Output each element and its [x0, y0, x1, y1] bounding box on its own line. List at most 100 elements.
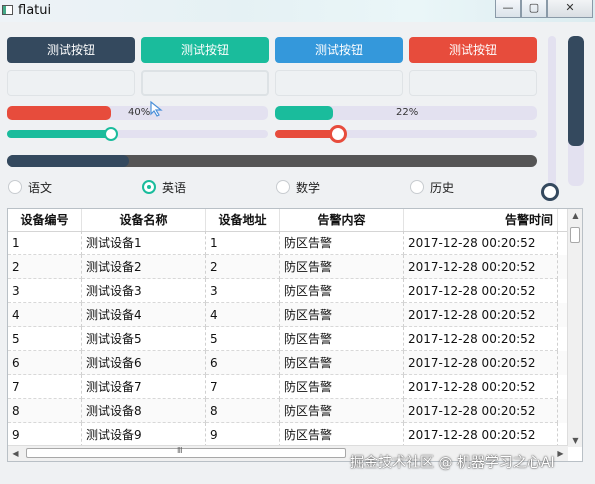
radio-math[interactable] — [276, 180, 290, 194]
table-cell: 测试设备4 — [82, 303, 206, 327]
test-button-blue[interactable]: 测试按钮 — [275, 37, 403, 63]
radio-label-english: 英语 — [162, 181, 187, 195]
progress-bar-red: 40% — [7, 106, 268, 120]
slider-wide[interactable] — [7, 155, 537, 167]
table-cell: 9 — [206, 423, 280, 447]
table-cell: 测试设备1 — [82, 231, 206, 255]
table-cell: 测试设备7 — [82, 375, 206, 399]
table-cell: 4 — [206, 303, 280, 327]
table-cell: 防区告警 — [280, 351, 404, 375]
table-row[interactable]: 6 测试设备6 6 防区告警 2017-12-28 00:20:52 — [8, 351, 568, 375]
radio-history[interactable] — [410, 180, 424, 194]
scroll-down-icon[interactable]: ▼ — [568, 436, 582, 445]
slider-knob-icon[interactable] — [541, 183, 559, 201]
scroll-up-icon[interactable]: ▲ — [568, 211, 582, 220]
vertical-slider-1[interactable] — [548, 36, 556, 194]
slider-fill — [7, 130, 112, 138]
table-cell: 测试设备6 — [82, 351, 206, 375]
table-cell: 2017-12-28 00:20:52 — [404, 399, 558, 423]
table-cell: 2017-12-28 00:20:52 — [404, 303, 558, 327]
column-header-alarm-content[interactable]: 告警内容 — [280, 209, 404, 231]
table-row[interactable]: 2 测试设备2 2 防区告警 2017-12-28 00:20:52 — [8, 255, 568, 279]
table-row[interactable]: 1 测试设备1 1 防区告警 2017-12-28 00:20:52 — [8, 231, 568, 255]
table-cell: 2017-12-28 00:20:52 — [404, 231, 558, 255]
radio-english[interactable] — [142, 180, 156, 194]
table-cell: 2 — [8, 255, 82, 279]
column-header-device-name[interactable]: 设备名称 — [82, 209, 206, 231]
watermark: 掘金技术社区 @ 机器学习之心AI — [350, 455, 555, 471]
scroll-left-icon[interactable]: ◀ — [8, 449, 23, 458]
table-cell: 防区告警 — [280, 375, 404, 399]
table-cell: 5 — [8, 327, 82, 351]
alarm-table: 设备编号 设备名称 设备地址 告警内容 告警时间 1 测试设备1 1 防区告警 2017… — [7, 208, 583, 462]
slider-handle[interactable] — [328, 125, 347, 143]
progress-fill — [7, 106, 112, 120]
table-row[interactable]: 9 测试设备9 9 防区告警 2017-12-28 00:20:52 — [8, 423, 568, 447]
table-cell: 2017-12-28 00:20:52 — [404, 423, 558, 447]
table-cell: 8 — [8, 399, 82, 423]
progress-label: 40% — [128, 107, 151, 118]
table-cell: 防区告警 — [280, 327, 404, 351]
table-cell: 3 — [206, 279, 280, 303]
table-row[interactable]: 8 测试设备8 8 防区告警 2017-12-28 00:20:52 — [8, 399, 568, 423]
table-row[interactable]: 5 测试设备5 5 防区告警 2017-12-28 00:20:52 — [8, 327, 568, 351]
test-button-dark[interactable]: 测试按钮 — [7, 37, 135, 63]
table-cell: 7 — [8, 375, 82, 399]
radio-label-math: 数学 — [296, 181, 321, 195]
text-input-1[interactable] — [7, 70, 135, 96]
table-cell: 2017-12-28 00:20:52 — [404, 351, 558, 375]
close-button[interactable]: ✕ — [547, 0, 593, 18]
test-button-red[interactable]: 测试按钮 — [409, 37, 537, 63]
vertical-scrollbar[interactable]: ▲ ▼ — [567, 209, 582, 447]
table-cell: 1 — [8, 231, 82, 255]
table-row[interactable]: 7 测试设备7 7 防区告警 2017-12-28 00:20:52 — [8, 375, 568, 399]
table-cell: 1 — [206, 231, 280, 255]
scroll-right-icon[interactable]: ▶ — [553, 449, 568, 458]
column-header-device-id[interactable]: 设备编号 — [8, 209, 82, 231]
grip-icon: Ⅲ — [177, 446, 183, 455]
progress-fill — [275, 106, 333, 120]
scroll-thumb[interactable]: Ⅲ — [26, 446, 346, 458]
slider-red[interactable] — [275, 125, 537, 143]
text-input-4[interactable] — [409, 70, 537, 96]
text-input-3[interactable] — [275, 70, 403, 96]
table-cell: 防区告警 — [280, 279, 404, 303]
radio-label-chinese: 语文 — [28, 181, 53, 195]
radio-label-history: 历史 — [430, 181, 455, 195]
slider-fill — [568, 36, 584, 146]
table-row[interactable]: 3 测试设备3 3 防区告警 2017-12-28 00:20:52 — [8, 279, 568, 303]
app-icon — [2, 5, 13, 15]
table-cell: 测试设备8 — [82, 399, 206, 423]
table-cell: 6 — [8, 351, 82, 375]
table-cell: 3 — [8, 279, 82, 303]
table-cell: 2017-12-28 00:20:52 — [404, 255, 558, 279]
table-cell: 测试设备5 — [82, 327, 206, 351]
test-button-teal[interactable]: 测试按钮 — [141, 37, 269, 63]
vertical-slider-2[interactable] — [568, 36, 584, 186]
table-cell: 6 — [206, 351, 280, 375]
table-cell: 防区告警 — [280, 423, 404, 447]
column-header-device-address[interactable]: 设备地址 — [206, 209, 280, 231]
table-cell: 2017-12-28 00:20:52 — [404, 279, 558, 303]
slider-teal[interactable] — [7, 127, 268, 141]
table-cell: 4 — [8, 303, 82, 327]
table-cell: 防区告警 — [280, 399, 404, 423]
progress-bar-teal: 22% — [275, 106, 537, 120]
table-cell: 5 — [206, 327, 280, 351]
minimize-button[interactable]: — — [495, 0, 521, 18]
table-cell: 2017-12-28 00:20:52 — [404, 375, 558, 399]
table-cell: 9 — [8, 423, 82, 447]
table-header: 设备编号 设备名称 设备地址 告警内容 告警时间 — [8, 209, 568, 232]
table-cell: 防区告警 — [280, 255, 404, 279]
cursor-icon — [150, 100, 163, 117]
window-title: flatui — [18, 3, 52, 18]
text-input-2[interactable] — [141, 70, 269, 96]
maximize-button[interactable]: ▢ — [521, 0, 547, 18]
table-cell: 防区告警 — [280, 231, 404, 255]
table-cell: 7 — [206, 375, 280, 399]
radio-chinese[interactable] — [8, 180, 22, 194]
table-row[interactable]: 4 测试设备4 4 防区告警 2017-12-28 00:20:52 — [8, 303, 568, 327]
scroll-thumb[interactable] — [570, 227, 580, 243]
table-cell: 测试设备9 — [82, 423, 206, 447]
column-header-alarm-time[interactable]: 告警时间 — [404, 209, 558, 231]
